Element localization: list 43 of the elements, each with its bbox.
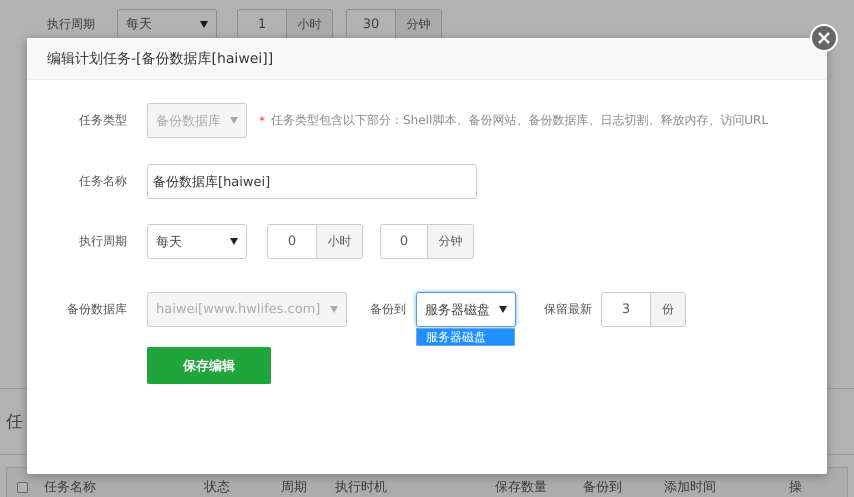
field-label: 备份到 xyxy=(370,301,406,318)
keep-count-input[interactable]: 3 xyxy=(601,292,651,327)
unit-addon: 小时 xyxy=(317,224,363,259)
minute-input[interactable]: 0 xyxy=(380,224,428,259)
field-label: 执行周期 xyxy=(78,233,127,250)
field-label: 任务名称 xyxy=(78,173,127,190)
caret-icon xyxy=(499,306,507,313)
caret-icon xyxy=(230,117,238,124)
unit-addon: 分钟 xyxy=(396,9,442,39)
hour-input[interactable]: 0 xyxy=(267,224,317,259)
save-button[interactable]: 保存编辑 xyxy=(147,347,271,384)
caret-icon xyxy=(330,306,338,313)
unit-addon: 份 xyxy=(651,292,686,327)
field-label: 执行周期 xyxy=(47,16,95,32)
field-label: 备份数据库 xyxy=(66,301,127,318)
backup-target-select[interactable]: 服务器磁盘 xyxy=(416,292,516,327)
column-header: 执行时机 xyxy=(335,479,388,496)
required-mark: * xyxy=(259,114,265,128)
column-header: 备份到 xyxy=(583,479,623,496)
column-header: 周期 xyxy=(281,479,308,496)
column-header: 保存数量 xyxy=(495,479,548,496)
select-all-checkbox[interactable] xyxy=(17,482,28,492)
period-select[interactable]: 每天 xyxy=(147,224,247,259)
column-header: 操 xyxy=(789,479,803,496)
field-label: 任务类型 xyxy=(78,112,127,129)
task-name-input[interactable]: 备份数据库[haiwei] xyxy=(147,164,477,199)
section-title: 任 xyxy=(6,411,23,433)
period-select[interactable]: 每天 xyxy=(117,9,217,39)
hour-input[interactable]: 1 xyxy=(237,9,287,39)
close-icon xyxy=(818,32,830,44)
column-header: 状态 xyxy=(204,479,231,496)
unit-addon: 分钟 xyxy=(428,224,474,259)
hint-text: 任务类型包含以下部分：Shell脚本、备份网站、备份数据库、日志切割、释放内存、访问URL xyxy=(271,112,768,129)
caret-icon xyxy=(200,20,208,28)
minute-input[interactable]: 30 xyxy=(346,9,396,39)
dropdown-option[interactable]: 服务器磁盘 xyxy=(417,329,514,345)
dialog-title: 编辑计划任务-[备份数据库[haiwei]] xyxy=(47,50,274,68)
caret-icon xyxy=(230,238,238,245)
field-label: 保留最新 xyxy=(544,301,592,318)
unit-addon: 小时 xyxy=(287,9,333,39)
close-button[interactable] xyxy=(810,24,838,52)
column-header: 任务名称 xyxy=(44,479,97,496)
column-header: 添加时间 xyxy=(664,479,717,496)
